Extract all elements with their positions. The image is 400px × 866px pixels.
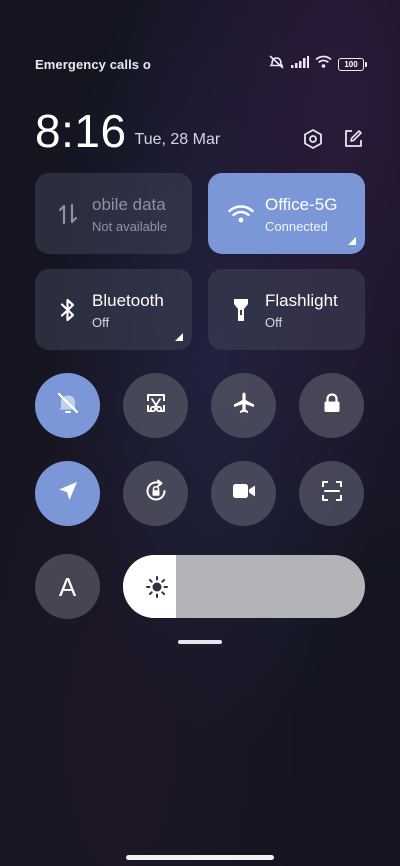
clock-date: Tue, 28 Mar: [134, 131, 221, 148]
auto-brightness-button[interactable]: A: [35, 554, 100, 619]
toggle-screenshot[interactable]: [123, 373, 188, 438]
panel-drag-handle[interactable]: [178, 640, 222, 644]
tile-subtitle: Off: [92, 315, 110, 330]
rotation-lock-icon: [143, 478, 169, 509]
tile-subtitle: Connected: [265, 219, 328, 234]
battery-icon: 100: [338, 57, 367, 71]
home-indicator[interactable]: [126, 855, 274, 860]
brightness-sun-icon: [145, 575, 169, 599]
tile-mobile-data[interactable]: obile data Not available: [35, 173, 192, 254]
mobile-data-icon: [55, 201, 81, 227]
toggle-rotation-lock[interactable]: [123, 461, 188, 526]
wifi-icon: [228, 201, 254, 227]
expand-corner-icon[interactable]: [348, 237, 356, 245]
clock-row: 8:16 Tue, 28 Mar: [35, 104, 364, 154]
clock-time: 8:16: [35, 105, 127, 157]
airplane-icon: [231, 390, 257, 421]
tile-subtitle: Off: [265, 315, 283, 330]
lock-icon: [320, 391, 344, 420]
toggle-lock-screen[interactable]: [299, 373, 364, 438]
bluetooth-icon: [55, 297, 81, 323]
scan-icon: [320, 479, 344, 508]
vibrate-off-icon: [268, 54, 285, 74]
video-camera-icon: [231, 480, 257, 507]
toggle-video[interactable]: [211, 461, 276, 526]
mute-icon: [55, 390, 81, 421]
tile-title: Flashlight: [265, 291, 338, 310]
toggle-airplane[interactable]: [211, 373, 276, 438]
wifi-status-icon: [315, 55, 332, 73]
flashlight-icon: [228, 297, 254, 323]
tile-title: Bluetooth: [92, 291, 164, 310]
tile-flashlight[interactable]: Flashlight Off: [208, 269, 365, 350]
status-bar: Emergency calls o 100: [35, 54, 367, 74]
toggle-location[interactable]: [35, 461, 100, 526]
brightness-slider[interactable]: [123, 555, 365, 618]
settings-icon[interactable]: [302, 128, 324, 150]
tile-wifi[interactable]: Office-5G Connected: [208, 173, 365, 254]
tile-bluetooth[interactable]: Bluetooth Off: [35, 269, 192, 350]
status-icons: 100: [268, 54, 367, 74]
edit-icon[interactable]: [342, 128, 364, 150]
tile-title: obile data: [92, 195, 166, 214]
toggle-mute[interactable]: [35, 373, 100, 438]
expand-corner-icon[interactable]: [175, 333, 183, 341]
carrier-text: Emergency calls o: [35, 56, 151, 72]
screenshot-icon: [143, 390, 169, 421]
toggle-scanner[interactable]: [299, 461, 364, 526]
location-icon: [56, 479, 80, 508]
tile-subtitle: Not available: [92, 219, 168, 234]
tile-title: Office-5G: [265, 195, 338, 214]
auto-brightness-label: A: [58, 571, 77, 602]
signal-icon: [291, 55, 309, 73]
